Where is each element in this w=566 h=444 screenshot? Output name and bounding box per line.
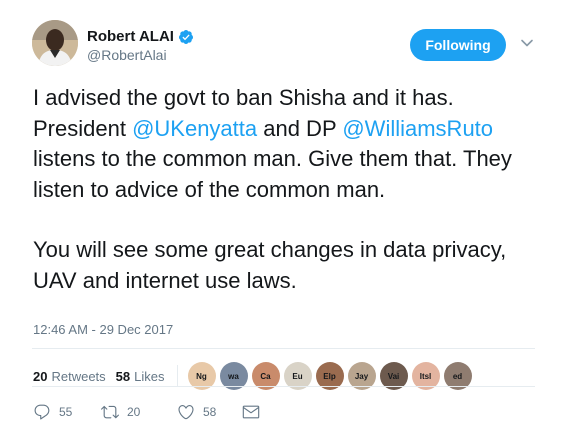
tweet-text-segment: listens to the common man. Give them tha…	[33, 146, 512, 202]
like-count: 58	[203, 405, 217, 419]
liker-label: Elp	[323, 371, 336, 381]
author-name-text[interactable]: Robert ALAI	[87, 28, 174, 45]
verified-badge-icon	[178, 29, 193, 44]
heart-icon	[178, 405, 194, 420]
liker-label: Ng	[196, 371, 207, 381]
tweet-text: I advised the govt to ban Shisha and it …	[33, 83, 538, 296]
retweets-stat[interactable]: 20 Retweets	[33, 369, 106, 384]
retweet-icon	[101, 405, 119, 419]
author-name[interactable]: Robert ALAI	[87, 28, 194, 45]
retweets-label: Retweets	[51, 368, 106, 384]
tweet-actions: 55 20 58	[33, 403, 260, 421]
chevron-down-icon[interactable]	[520, 36, 534, 50]
direct-message-button[interactable]	[242, 403, 260, 421]
user-avatar-icon	[32, 20, 78, 66]
likes-count: 58	[115, 368, 131, 384]
stats-separator	[176, 365, 178, 387]
likes-label: Likes	[134, 368, 165, 384]
retweet-count: 20	[127, 405, 141, 419]
liker-label: Eu	[292, 371, 303, 381]
likes-stat[interactable]: 58 Likes	[116, 369, 165, 384]
divider	[32, 348, 535, 349]
liker-label: wa	[228, 371, 239, 381]
tweet-text-segment: You will see some great changes in data …	[33, 237, 507, 293]
tweet-text-segment: and DP	[257, 115, 343, 141]
reply-button[interactable]: 55	[33, 403, 101, 421]
following-button[interactable]: Following	[410, 29, 506, 61]
tweet-timestamp[interactable]: 12:46 AM - 29 Dec 2017	[33, 322, 173, 337]
liker-label: Jay	[354, 371, 369, 381]
like-button[interactable]: 58	[177, 403, 242, 421]
liker-label: ed	[452, 371, 463, 381]
tweet-paragraph: I advised the govt to ban Shisha and it …	[33, 83, 538, 205]
mention-link[interactable]: @WilliamsRuto	[342, 116, 493, 141]
author-handle[interactable]: @RobertAlai	[87, 47, 167, 63]
mention-link[interactable]: @UKenyatta	[132, 116, 257, 141]
divider	[32, 386, 535, 387]
author-avatar[interactable]	[32, 20, 78, 66]
envelope-icon	[242, 405, 260, 419]
tweet-paragraph: You will see some great changes in data …	[33, 235, 538, 296]
reply-icon	[34, 404, 50, 420]
retweets-count: 20	[33, 368, 48, 384]
liker-label: Vai	[387, 371, 400, 381]
liker-label: Ca	[260, 371, 271, 381]
reply-count: 55	[59, 405, 73, 419]
liker-label: Itsl	[419, 371, 432, 381]
retweet-button[interactable]: 20	[101, 403, 177, 421]
